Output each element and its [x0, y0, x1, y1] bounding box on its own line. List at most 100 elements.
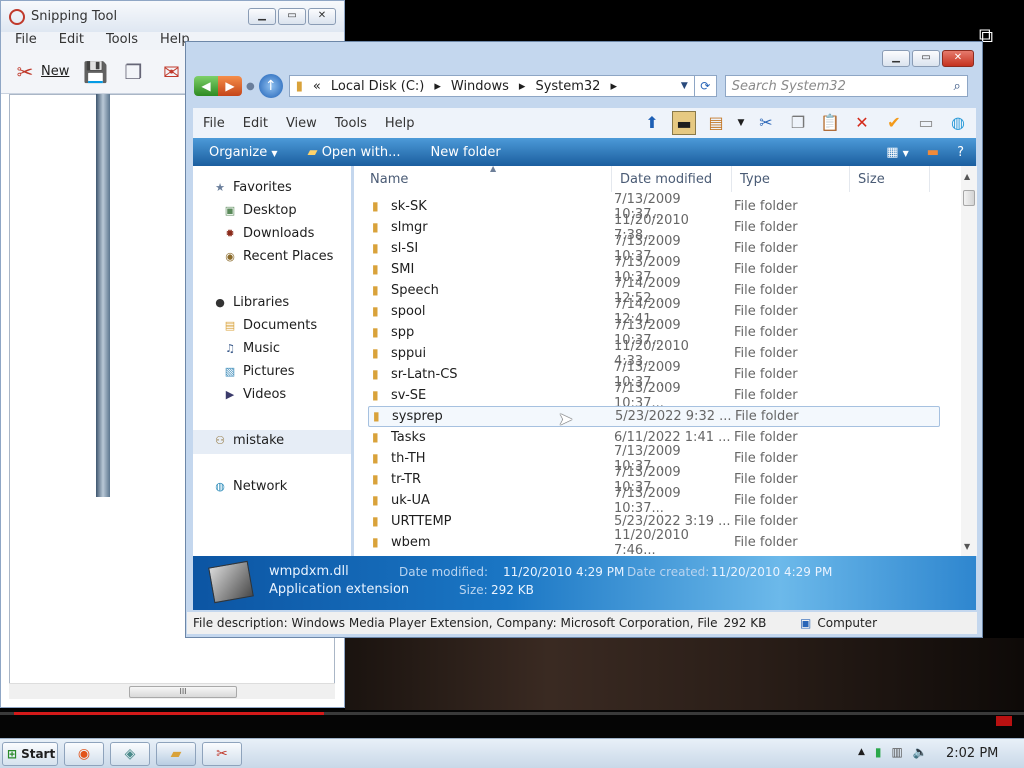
- up-arrow-icon[interactable]: ↑: [258, 74, 283, 98]
- menu-help[interactable]: Help: [385, 116, 415, 131]
- menu-view[interactable]: View: [286, 116, 317, 131]
- search-input[interactable]: Search System32 ⌕: [724, 75, 968, 97]
- organize-button[interactable]: Organize ▼: [209, 145, 278, 160]
- preview-pane-icon[interactable]: ▬: [927, 145, 939, 160]
- nav-desktop[interactable]: ▣ Desktop: [223, 203, 297, 218]
- row-name-cell: ▮ spool: [368, 304, 614, 319]
- clock[interactable]: 2:02 PM: [946, 746, 998, 761]
- horizontal-scrollbar[interactable]: III: [9, 683, 335, 699]
- globe-icon[interactable]: ◍: [946, 111, 970, 135]
- breadcrumb-system32[interactable]: System32: [535, 79, 600, 94]
- breadcrumb-overflow[interactable]: «: [313, 79, 321, 94]
- table-row[interactable]: ▮ sysprep 5/23/2022 9:32 ... File folder: [368, 406, 940, 427]
- maximize-button[interactable]: ▭: [278, 8, 306, 25]
- taskbar-app[interactable]: ◈: [110, 742, 150, 766]
- address-bar[interactable]: ▮ « Local Disk (C:) ▸ Windows ▸ System32…: [288, 75, 695, 97]
- nav-network[interactable]: ◍ Network: [213, 479, 287, 494]
- snip-image-strip: [96, 94, 110, 497]
- battery-icon[interactable]: ▮: [875, 745, 882, 759]
- delete-icon[interactable]: ✕: [850, 111, 874, 135]
- volume-icon[interactable]: 🔈: [913, 745, 928, 759]
- nav-music[interactable]: ♫ Music: [223, 341, 280, 356]
- library-icon[interactable]: ▤: [704, 111, 728, 135]
- table-row[interactable]: ▮ uk-UA 7/13/2009 10:37... File folder: [368, 486, 940, 516]
- back-arrow-icon[interactable]: ◀: [194, 76, 218, 96]
- nav-documents[interactable]: ▤ Documents: [223, 318, 317, 333]
- nav-mistake[interactable]: ⚇ mistake: [213, 433, 284, 448]
- search-icon[interactable]: ⌕: [953, 79, 960, 94]
- videos-icon: ▶: [225, 387, 235, 401]
- breadcrumb-windows[interactable]: Windows: [451, 79, 509, 94]
- taskbar-explorer[interactable]: ▰: [156, 742, 196, 766]
- taskbar-snipping-tool[interactable]: ✂: [202, 742, 242, 766]
- copy-icon[interactable]: ❐: [786, 111, 810, 135]
- nav-videos[interactable]: ▶ Videos: [223, 387, 286, 402]
- menu-edit[interactable]: Edit: [243, 116, 268, 131]
- close-button[interactable]: ✕: [942, 50, 974, 67]
- explorer-menubar: File Edit View Tools Help ⬆ ▬ ▤ ▼ ✂ ❐ 📋 …: [193, 108, 976, 138]
- status-description: File description: Windows Media Player E…: [193, 616, 718, 630]
- address-dropdown-icon[interactable]: ▼: [681, 81, 688, 91]
- save-icon[interactable]: 💾: [83, 60, 108, 84]
- nav-music-label: Music: [243, 341, 280, 356]
- checkmark-icon[interactable]: ✔: [882, 111, 906, 135]
- network-tray-icon[interactable]: ▥: [892, 745, 903, 759]
- menu-tools[interactable]: Tools: [335, 116, 367, 131]
- menu-file[interactable]: File: [203, 116, 225, 131]
- tray-expand-icon[interactable]: ▲: [858, 747, 865, 757]
- nav-pictures[interactable]: ▧ Pictures: [223, 364, 295, 379]
- change-view-icon[interactable]: ▦ ▼: [886, 145, 909, 160]
- table-row[interactable]: ▮ sv-SE 7/13/2009 10:37... File folder: [368, 381, 940, 411]
- breadcrumb-separator-icon[interactable]: ▸: [610, 79, 617, 94]
- menu-tools[interactable]: Tools: [106, 32, 138, 50]
- minimize-button[interactable]: ▁: [882, 50, 910, 67]
- breadcrumb-separator-icon[interactable]: ▸: [519, 79, 526, 94]
- maximize-button[interactable]: ▭: [912, 50, 940, 67]
- nav-recent-places[interactable]: ◉ Recent Places: [223, 249, 333, 264]
- vertical-scrollbar[interactable]: ▲ ▼: [961, 166, 977, 556]
- column-type[interactable]: Type: [732, 166, 850, 192]
- new-folder-button[interactable]: New folder: [431, 145, 501, 160]
- taskbar-firefox[interactable]: ◉: [64, 742, 104, 766]
- recent-pages-icon[interactable]: ●: [246, 81, 255, 92]
- nav-favorites[interactable]: ★ Favorites: [213, 180, 292, 195]
- new-snip-scissors-icon[interactable]: ✂: [13, 60, 37, 84]
- folder-icon: ▮: [372, 241, 379, 255]
- minimize-button[interactable]: ▁: [248, 8, 276, 25]
- start-button[interactable]: ⊞ Start: [2, 742, 58, 766]
- menu-file[interactable]: File: [15, 32, 37, 50]
- nav-libraries[interactable]: ● Libraries: [213, 295, 289, 310]
- nav-downloads[interactable]: ✹ Downloads: [223, 226, 314, 241]
- menu-edit[interactable]: Edit: [59, 32, 84, 50]
- computer-icon: ▣: [800, 616, 812, 630]
- breadcrumb-local-disk[interactable]: Local Disk (C:): [331, 79, 424, 94]
- horizontal-scroll-thumb[interactable]: III: [129, 686, 237, 698]
- properties-icon[interactable]: ▭: [914, 111, 938, 135]
- scroll-up-icon[interactable]: ▲: [964, 172, 970, 181]
- refresh-icon[interactable]: ⟳: [694, 75, 717, 97]
- column-name[interactable]: Name: [354, 166, 612, 192]
- column-date-modified[interactable]: Date modified: [612, 166, 732, 192]
- column-size[interactable]: Size: [850, 166, 930, 192]
- folder-icon: ▮: [372, 283, 379, 297]
- close-button[interactable]: ✕: [308, 8, 336, 25]
- open-with-button[interactable]: ▰ Open with...: [308, 145, 401, 160]
- vertical-scroll-thumb[interactable]: [963, 190, 975, 206]
- breadcrumb-separator-icon[interactable]: ▸: [434, 79, 441, 94]
- scroll-down-icon[interactable]: ▼: [964, 542, 970, 551]
- snipping-tool-titlebar[interactable]: Snipping Tool ▁ ▭ ✕: [1, 1, 344, 32]
- paste-icon[interactable]: 📋: [818, 111, 842, 135]
- help-icon[interactable]: ?: [957, 145, 964, 160]
- row-name-cell: ▮ sr-Latn-CS: [368, 367, 614, 382]
- copy-icon[interactable]: ❐: [121, 60, 145, 84]
- forward-arrow-icon[interactable]: ▶: [218, 76, 242, 96]
- cut-icon[interactable]: ✂: [754, 111, 778, 135]
- explorer-titlebar[interactable]: ▁ ▭ ✕: [186, 42, 982, 72]
- dropdown-icon[interactable]: ▼: [736, 111, 746, 135]
- table-row[interactable]: ▮ wbem 11/20/2010 7:46... File folder: [368, 528, 940, 557]
- view-panel-icon[interactable]: ▬: [672, 111, 696, 135]
- folder-icon: ▮: [372, 535, 379, 549]
- send-snip-icon[interactable]: ✉: [159, 60, 183, 84]
- go-up-icon[interactable]: ⬆: [640, 111, 664, 135]
- new-snip-button[interactable]: New: [41, 64, 69, 79]
